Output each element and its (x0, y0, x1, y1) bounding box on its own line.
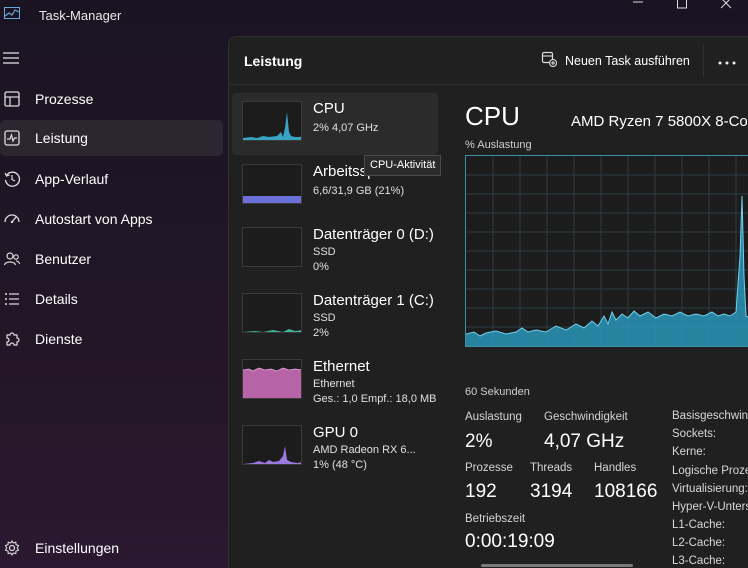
disk-1-thumbnail-graph (242, 293, 302, 333)
cpu-detail-pane: CPU AMD Ryzen 7 5800X 8-Core Processor %… (465, 87, 748, 568)
sidebar-item-benutzer[interactable]: Benutzer (0, 241, 223, 277)
perf-item-detail: 2% 4,07 GHz (313, 122, 379, 134)
spec-label: Virtualisierung: (672, 483, 748, 495)
gear-icon (3, 539, 21, 557)
task-manager-icon (4, 6, 20, 19)
perf-item-ethernet[interactable]: Ethernet Ethernet Ges.: 1,0 Empf.: 18,0 … (232, 351, 438, 413)
spec-label: Sockets: (672, 428, 717, 440)
new-task-icon (541, 51, 558, 72)
spec-label: L3-Cache: (672, 555, 726, 567)
spec-label: Kerne: (672, 446, 706, 458)
settings-label: Einstellungen (35, 540, 120, 556)
sidebar-item-label: Autostart von Apps (35, 211, 153, 227)
users-icon (3, 250, 21, 268)
perf-item-cpu[interactable]: CPU 2% 4,07 GHz (232, 93, 438, 155)
grid-icon (3, 90, 21, 108)
cpu-thumbnail-graph (242, 101, 302, 141)
handles-value: 108166 (594, 481, 658, 502)
auslastung-value: 2% (465, 431, 493, 452)
geschwindigkeit-label: Geschwindigkeit (544, 411, 628, 423)
perf-item-detail: 6,6/31,9 GB (21%) (313, 185, 405, 197)
sidebar-item-app-verlauf[interactable]: App-Verlauf (0, 161, 223, 197)
spec-label: L1-Cache: (672, 519, 726, 531)
auslastung-label: Auslastung (465, 411, 522, 423)
cpu-usage-graph (465, 155, 748, 347)
puzzle-icon (3, 330, 21, 348)
sidebar-item-prozesse[interactable]: Prozesse (0, 81, 223, 117)
main-panel: Leistung Neuen Task ausführen CPU 2% 4,0… (228, 36, 748, 568)
betriebszeit-label: Betriebszeit (465, 513, 526, 525)
perf-item-title: CPU (313, 100, 345, 117)
scrollbar-horizontal[interactable] (481, 564, 633, 567)
sidebar-item-einstellungen[interactable]: Einstellungen (0, 530, 223, 566)
perf-item-title: Datenträger 1 (C:) (313, 292, 434, 309)
sidebar-item-label: Details (35, 291, 78, 307)
title-bar: Task-Manager (0, 0, 748, 32)
spec-label: Logische Prozessoren: (672, 465, 748, 477)
betriebszeit-value: 0:00:19:09 (465, 531, 555, 552)
handles-label: Handles (594, 462, 637, 474)
perf-item-detail: Ethernet (313, 378, 355, 390)
history-icon (3, 170, 21, 188)
perf-item-detail: 2% (313, 327, 329, 339)
perf-item-detail: 1% (48 °C) (313, 459, 367, 471)
geschwindigkeit-value: 4,07 GHz (544, 431, 625, 452)
prozesse-value: 192 (465, 481, 497, 502)
sidebar-item-autostart[interactable]: Autostart von Apps (0, 201, 223, 237)
perf-item-detail: Ges.: 1,0 Empf.: 18,0 MB (313, 393, 437, 405)
sidebar-item-leistung[interactable]: Leistung (0, 120, 223, 156)
sidebar-item-label: Benutzer (35, 251, 92, 267)
sidebar-item-label: App-Verlauf (35, 171, 109, 187)
close-button[interactable] (704, 0, 748, 12)
perf-item-detail: SSD (313, 246, 336, 258)
sidebar-item-label: Prozesse (35, 91, 94, 107)
perf-item-detail: AMD Radeon RX 6... (313, 444, 416, 456)
sidebar-item-label: Leistung (35, 130, 88, 146)
disk-0-thumbnail-graph (242, 227, 302, 267)
page-title: Leistung (244, 53, 303, 69)
sidebar: Prozesse Leistung App-Verlauf Autostart … (0, 36, 228, 568)
speedometer-icon (3, 210, 21, 228)
spec-label: Hyper-V-Unterstützung: (672, 501, 748, 513)
new-task-button[interactable]: Neuen Task ausführen (541, 49, 690, 73)
app-title: Task-Manager (39, 8, 122, 23)
threads-label: Threads (530, 462, 573, 474)
perf-item-disk-1[interactable]: Datenträger 1 (C:) SSD 2% (232, 285, 438, 347)
detail-title: CPU (465, 101, 520, 131)
memory-thumbnail-graph (242, 164, 302, 204)
prozesse-label: Prozesse (465, 462, 513, 474)
graph-y-label: % Auslastung (465, 139, 532, 151)
hamburger-menu-icon[interactable] (2, 51, 20, 65)
maximize-button[interactable] (660, 0, 704, 12)
perf-item-title: Datenträger 0 (D:) (313, 226, 434, 243)
cpu-model: AMD Ryzen 7 5800X 8-Core Processor (571, 113, 748, 130)
sidebar-item-label: Dienste (35, 331, 83, 347)
perf-item-detail: SSD (313, 312, 336, 324)
spec-label: Basisgeschwindigkeit: (672, 410, 748, 422)
minimize-button[interactable] (616, 0, 660, 12)
perf-item-title: GPU 0 (313, 424, 359, 441)
gpu-thumbnail-graph (242, 425, 302, 465)
threads-value: 3194 (530, 481, 573, 502)
perf-item-gpu-0[interactable]: GPU 0 AMD Radeon RX 6... 1% (48 °C) (232, 417, 438, 479)
ethernet-thumbnail-graph (242, 359, 302, 399)
perf-item-disk-0[interactable]: Datenträger 0 (D:) SSD 0% (232, 219, 438, 281)
new-task-label: Neuen Task ausführen (565, 54, 690, 68)
more-icon (718, 52, 736, 70)
sidebar-item-dienste[interactable]: Dienste (0, 321, 223, 357)
perf-item-detail: 0% (313, 261, 329, 273)
more-options-button[interactable] (703, 45, 748, 77)
sidebar-item-details[interactable]: Details (0, 281, 223, 317)
pulse-icon (3, 129, 21, 147)
graph-time-label: 60 Sekunden (465, 386, 530, 398)
perf-item-title: Ethernet (313, 358, 370, 375)
list-icon (3, 290, 21, 308)
page-header: Leistung Neuen Task ausführen (229, 37, 748, 85)
tooltip: CPU-Aktivität (364, 155, 442, 176)
spec-label: L2-Cache: (672, 537, 726, 549)
